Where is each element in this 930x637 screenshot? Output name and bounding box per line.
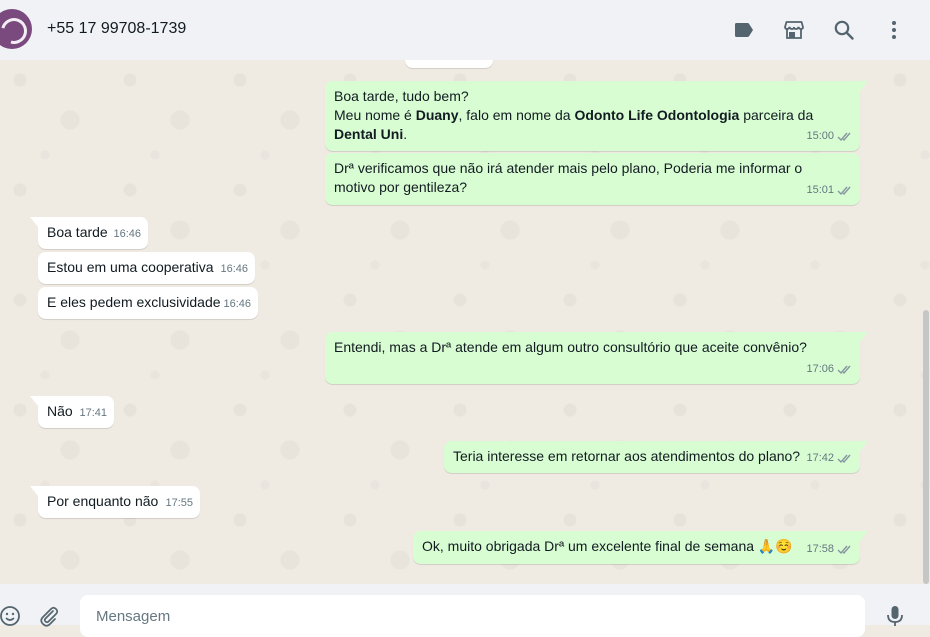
message-time: 16:46: [220, 263, 248, 275]
search-icon[interactable]: [832, 18, 856, 42]
chat-header: +55 17 99708-1739: [0, 0, 930, 60]
message-text: Estou em uma cooperativa: [47, 259, 214, 275]
scrollbar[interactable]: [923, 60, 930, 584]
message-meta: 17:55: [165, 494, 193, 513]
message-partial: [405, 60, 493, 68]
emoji-icon[interactable]: [0, 604, 22, 628]
message-meta: 17:42: [806, 449, 853, 468]
message-meta: 16:46: [113, 225, 141, 244]
message-text: Boa tarde, tudo bem? Meu nome é Duany, fa…: [334, 88, 814, 142]
message-list[interactable]: Boa tarde, tudo bem? Meu nome é Duany, fa…: [0, 60, 930, 584]
message-bubble[interactable]: Boa tarde 16:46: [30, 217, 148, 249]
message-text: E eles pedem exclusividade: [47, 294, 221, 310]
attach-icon[interactable]: [37, 604, 61, 628]
message-meta: 17:41: [79, 404, 107, 423]
message-input[interactable]: [80, 595, 865, 637]
message-text: Drª verificamos que não irá atender mais…: [334, 160, 803, 195]
label-icon[interactable]: [732, 18, 756, 42]
message-bubble[interactable]: Por enquanto não 17:55: [30, 486, 200, 518]
read-ticks-icon: [837, 454, 851, 464]
message-bubble[interactable]: Ok, muito obrigada Drª um excelente fina…: [413, 531, 868, 564]
message-meta: 16:46: [220, 260, 248, 279]
message-text: Entendi, mas a Drª atende em algum outro…: [334, 339, 807, 355]
message-time: 17:58: [806, 543, 834, 555]
message-text: Por enquanto não: [47, 493, 159, 509]
message-time: 17:42: [806, 452, 834, 464]
message-time: 16:46: [113, 228, 141, 240]
scrollbar-thumb[interactable]: [923, 310, 929, 584]
read-ticks-icon: [837, 365, 851, 375]
store-icon[interactable]: [782, 18, 806, 42]
message-time: 15:00: [806, 130, 834, 142]
message-bubble[interactable]: Não 17:41: [30, 396, 114, 428]
message-meta: 16:46: [223, 295, 251, 314]
read-ticks-icon: [837, 132, 851, 142]
composer-bar: [0, 584, 930, 637]
message-bubble[interactable]: Drª verificamos que não irá atender mais…: [325, 153, 860, 205]
message-time: 17:41: [79, 407, 107, 419]
message-text: Boa tarde: [47, 224, 108, 240]
read-ticks-icon: [837, 545, 851, 555]
message-bubble[interactable]: Boa tarde, tudo bem? Meu nome é Duany, fa…: [325, 81, 868, 151]
contact-name[interactable]: +55 17 99708-1739: [47, 20, 186, 38]
contact-avatar[interactable]: [0, 9, 32, 49]
message-time: 17:55: [165, 497, 193, 509]
message-text: Ok, muito obrigada Drª um excelente fina…: [422, 538, 793, 554]
read-ticks-icon: [837, 186, 851, 196]
message-meta: 17:06: [806, 360, 853, 379]
message-time: 15:01: [806, 184, 834, 196]
message-meta: 17:58: [806, 540, 853, 559]
message-text: Não: [47, 403, 73, 419]
message-meta: 15:01: [806, 181, 853, 200]
menu-icon[interactable]: [882, 18, 906, 42]
message-bubble[interactable]: Teria interesse em retornar aos atendime…: [444, 441, 868, 473]
message-time: 17:06: [806, 363, 834, 375]
message-bubble[interactable]: E eles pedem exclusividade 16:46: [38, 287, 258, 319]
message-meta: 15:00: [806, 127, 853, 146]
message-time: 16:46: [223, 298, 251, 310]
message-bubble[interactable]: Entendi, mas a Drª atende em algum outro…: [325, 332, 868, 384]
microphone-icon[interactable]: [883, 604, 907, 628]
message-text: Teria interesse em retornar aos atendime…: [453, 448, 801, 464]
message-bubble[interactable]: Estou em uma cooperativa 16:46: [38, 252, 255, 284]
